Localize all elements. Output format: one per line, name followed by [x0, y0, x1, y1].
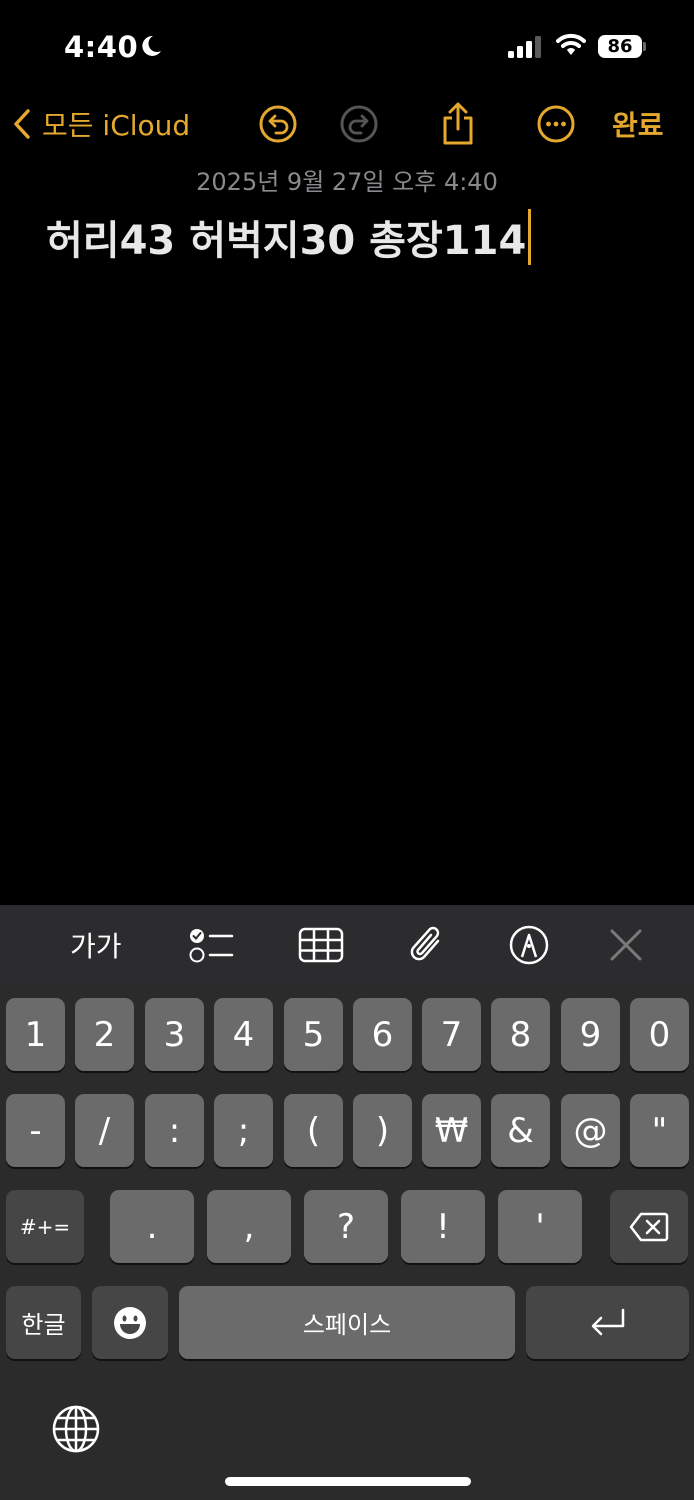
key-close-paren[interactable]: ) — [353, 1094, 412, 1167]
format-button[interactable]: 가가 — [70, 923, 122, 967]
key-1[interactable]: 1 — [6, 998, 65, 1071]
format-label: 가가 — [70, 930, 122, 963]
wifi-icon — [556, 33, 586, 61]
text-cursor — [528, 209, 532, 265]
key-8[interactable]: 8 — [491, 998, 550, 1071]
table-button[interactable] — [298, 923, 344, 967]
key-colon[interactable]: : — [145, 1094, 204, 1167]
key-open-paren[interactable]: ( — [284, 1094, 343, 1167]
key-hyphen[interactable]: - — [6, 1094, 65, 1167]
note-body[interactable]: 허리43 허벅지30 총장114 — [46, 208, 532, 266]
table-icon — [298, 927, 344, 963]
format-toolbar: 가가 — [0, 905, 694, 983]
home-indicator[interactable] — [225, 1477, 471, 1486]
key-2[interactable]: 2 — [75, 998, 134, 1071]
key-6[interactable]: 6 — [353, 998, 412, 1071]
back-button[interactable]: 모든 iCloud — [14, 102, 190, 146]
key-9[interactable]: 9 — [561, 998, 620, 1071]
key-period[interactable]: . — [110, 1190, 194, 1263]
key-5[interactable]: 5 — [284, 998, 343, 1071]
close-icon — [610, 929, 642, 961]
redo-button[interactable] — [337, 102, 381, 146]
note-date: 2025년 9월 27일 오후 4:40 — [196, 168, 498, 196]
language-key[interactable]: 한글 — [6, 1286, 81, 1359]
key-ampersand[interactable]: & — [491, 1094, 550, 1167]
emoji-icon — [114, 1306, 146, 1339]
share-button[interactable] — [436, 102, 480, 146]
attachment-icon — [410, 926, 440, 961]
keyboard: 1 2 3 4 5 6 7 8 9 0 - / : ; ( ) ₩ & @ " … — [0, 983, 694, 1500]
key-question[interactable]: ? — [304, 1190, 388, 1263]
key-slash[interactable]: / — [75, 1094, 134, 1167]
key-won[interactable]: ₩ — [422, 1094, 481, 1167]
chevron-left-icon — [14, 109, 30, 139]
key-7[interactable]: 7 — [422, 998, 481, 1071]
nav-bar: 모든 iCloud 완료 — [0, 96, 694, 152]
share-icon — [443, 102, 473, 145]
return-icon — [591, 1308, 624, 1335]
markup-button[interactable] — [508, 923, 550, 967]
emoji-key[interactable] — [92, 1286, 168, 1359]
key-exclamation[interactable]: ! — [401, 1190, 485, 1263]
key-apostrophe[interactable]: ' — [498, 1190, 582, 1263]
more-icon — [537, 105, 575, 143]
redo-icon — [340, 105, 378, 143]
key-0[interactable]: 0 — [630, 998, 689, 1071]
checklist-button[interactable] — [188, 923, 234, 967]
key-comma[interactable]: , — [207, 1190, 291, 1263]
space-key[interactable]: 스페이스 — [179, 1286, 515, 1359]
key-semicolon[interactable]: ; — [214, 1094, 273, 1167]
key-at[interactable]: @ — [561, 1094, 620, 1167]
return-key[interactable] — [526, 1286, 689, 1359]
undo-button[interactable] — [256, 102, 300, 146]
note-text: 허리43 허벅지30 총장114 — [46, 218, 527, 264]
done-button[interactable]: 완료 — [612, 104, 664, 144]
markup-icon — [509, 925, 549, 965]
battery-icon: 86 — [598, 35, 646, 58]
key-4[interactable]: 4 — [214, 998, 273, 1071]
status-bar: 4:40 86 — [0, 0, 694, 90]
checklist-icon — [189, 929, 234, 963]
attachment-button[interactable] — [408, 923, 448, 967]
signal-icon — [508, 36, 542, 62]
close-button[interactable] — [608, 923, 644, 967]
key-quote[interactable]: " — [630, 1094, 689, 1167]
globe-icon[interactable] — [52, 1405, 100, 1457]
battery-level: 86 — [598, 35, 642, 58]
key-more-symbols[interactable]: #+= — [6, 1190, 84, 1263]
status-time: 4:40 — [64, 30, 139, 64]
delete-icon — [629, 1212, 669, 1241]
moon-icon — [140, 34, 162, 62]
more-button[interactable] — [534, 102, 578, 146]
undo-icon — [259, 105, 297, 143]
key-3[interactable]: 3 — [145, 998, 204, 1071]
delete-key[interactable] — [610, 1190, 688, 1263]
back-button-label: 모든 iCloud — [42, 109, 191, 142]
